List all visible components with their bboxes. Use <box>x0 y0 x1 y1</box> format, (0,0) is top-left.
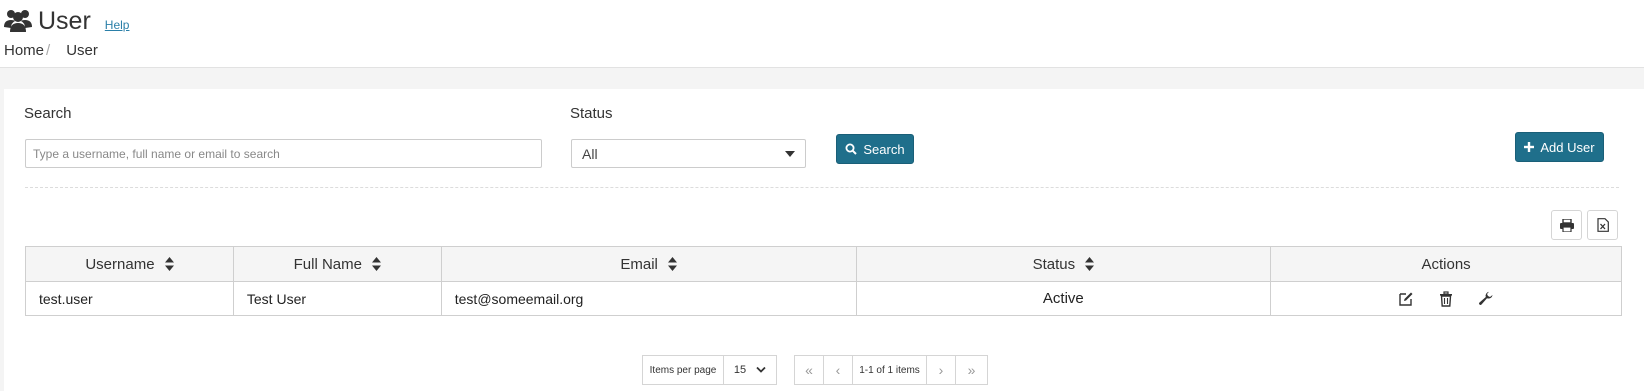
chevron-down-icon <box>785 150 795 157</box>
column-header-full-name[interactable]: Full Name <box>232 246 442 282</box>
cell-status: Active <box>855 281 1272 316</box>
column-header-username[interactable]: Username <box>25 246 234 282</box>
settings-wrench-icon[interactable] <box>1478 291 1494 307</box>
title-row: User Help <box>4 3 129 36</box>
column-header-label: Status <box>1032 255 1076 273</box>
excel-export-icon <box>1596 218 1609 232</box>
column-header-label: Username <box>85 255 155 273</box>
status-selected-value: All <box>582 145 598 162</box>
add-user-button[interactable]: Add User <box>1515 132 1604 162</box>
breadcrumb-separator: / <box>46 42 51 59</box>
column-header-status[interactable]: Status <box>855 246 1272 282</box>
excel-export-button[interactable] <box>1587 210 1618 240</box>
search-input[interactable] <box>25 139 542 168</box>
cell-username: test.user <box>25 281 234 316</box>
table-row: test.user Test User test@someemail.org A… <box>25 281 1622 316</box>
cell-full-name: Test User <box>232 281 442 316</box>
print-icon <box>1559 218 1574 232</box>
section-divider <box>25 187 1619 188</box>
first-page-button[interactable]: « <box>794 355 824 385</box>
next-page-button[interactable]: › <box>926 355 956 385</box>
column-header-label: Actions <box>1421 255 1471 273</box>
status-select[interactable]: All <box>571 139 806 168</box>
edit-icon[interactable] <box>1398 291 1414 307</box>
sort-icon <box>1085 257 1095 271</box>
items-per-page-label: Items per page <box>642 355 724 385</box>
column-header-label: Email <box>620 255 658 273</box>
sort-icon <box>667 257 677 271</box>
breadcrumb: Home / User <box>4 42 98 59</box>
page-title: User <box>38 7 91 35</box>
page-size-value: 15 <box>733 364 747 376</box>
users-icon <box>4 10 32 32</box>
page-header: User Help Home / User <box>0 0 1644 68</box>
search-label: Search <box>24 105 72 122</box>
add-user-button-label: Add User <box>1540 139 1595 155</box>
help-link[interactable]: Help <box>105 18 130 32</box>
page-info: 1-1 of 1 items <box>852 355 927 385</box>
breadcrumb-current: User <box>66 42 98 59</box>
sort-icon <box>164 257 174 271</box>
search-button[interactable]: Search <box>836 134 914 164</box>
chevron-down-icon <box>756 366 766 373</box>
status-label: Status <box>570 105 613 122</box>
cell-actions <box>1270 281 1622 316</box>
print-button[interactable] <box>1551 210 1582 240</box>
column-header-email[interactable]: Email <box>440 246 857 282</box>
prev-page-button[interactable]: ‹ <box>823 355 853 385</box>
delete-icon[interactable] <box>1438 290 1454 307</box>
content-panel: Search Status All Search Add User <box>4 89 1644 391</box>
users-table: Username Full Name Email Status Actions … <box>25 246 1622 316</box>
breadcrumb-home[interactable]: Home <box>4 42 44 59</box>
search-button-label: Search <box>863 141 905 157</box>
page-size-select[interactable]: 15 <box>723 355 777 385</box>
column-header-label: Full Name <box>293 255 362 273</box>
cell-email: test@someemail.org <box>440 281 857 316</box>
search-icon <box>845 143 858 155</box>
pagination: « ‹ 1-1 of 1 items › » <box>794 355 988 385</box>
column-header-actions: Actions <box>1270 246 1622 282</box>
last-page-button[interactable]: » <box>955 355 988 385</box>
table-header-row: Username Full Name Email Status Actions <box>25 246 1622 282</box>
sort-icon <box>372 257 381 271</box>
page-size-group: Items per page 15 <box>642 355 777 385</box>
plus-icon <box>1524 142 1535 152</box>
